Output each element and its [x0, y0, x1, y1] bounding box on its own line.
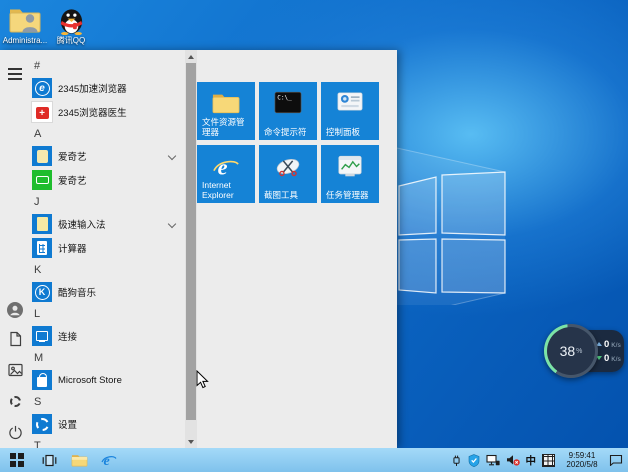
file-explorer-icon — [71, 453, 88, 467]
iqiyi-blue-icon — [32, 146, 52, 166]
app-item-connect[interactable]: 连接 — [30, 324, 183, 348]
app-item-jisu-ime[interactable]: 极速输入法 — [30, 212, 183, 236]
scrollbar-thumb[interactable] — [186, 63, 196, 420]
tile-control-panel[interactable]: 控制面板 — [321, 82, 379, 140]
start-menu-app-list: # 2345加速浏览器 2345浏览器医生 A 爱奇艺 爱奇艺 J — [30, 56, 183, 456]
volume-muted-icon[interactable] — [506, 454, 520, 466]
app-item-settings[interactable]: 设置 — [30, 412, 183, 436]
file-explorer-icon — [197, 91, 255, 114]
system-tray: 中 9:59:41 2020/5/8 — [451, 448, 628, 472]
task-manager-icon — [321, 154, 379, 179]
tile-snipping-tool[interactable]: 截图工具 — [259, 145, 317, 203]
control-panel-icon — [321, 91, 379, 112]
desktop-icon-label: Administra... — [2, 36, 48, 45]
section-header-a[interactable]: A — [30, 124, 183, 144]
file-explorer-button[interactable] — [64, 448, 94, 472]
app-item-2345-browser[interactable]: 2345加速浏览器 — [30, 76, 183, 100]
tile-command-prompt[interactable]: C:\_ 命令提示符 — [259, 82, 317, 140]
document-icon — [8, 331, 23, 347]
start-menu-rail — [0, 50, 30, 448]
documents-button[interactable] — [7, 331, 23, 347]
iqiyi-green-icon — [32, 170, 52, 190]
power-button[interactable] — [7, 424, 23, 440]
memory-usage-ring[interactable]: 38 % — [544, 324, 598, 378]
chevron-down-icon[interactable] — [168, 152, 176, 160]
task-view-icon — [42, 454, 57, 467]
microsoft-store-icon — [32, 370, 52, 390]
clock-time: 9:59:41 — [561, 451, 603, 460]
internet-explorer-icon: e — [197, 154, 255, 180]
usage-percent: 38 % — [547, 327, 595, 375]
windows-logo-wallpaper — [388, 130, 518, 305]
app-item-microsoft-store[interactable]: Microsoft Store — [30, 368, 183, 392]
windows-desktop: Administra... 腾讯QQ — [0, 0, 628, 472]
section-header-j[interactable]: J — [30, 192, 183, 212]
app-item-iqiyi-group[interactable]: 爱奇艺 — [30, 144, 183, 168]
tile-task-manager[interactable]: 任务管理器 — [321, 145, 379, 203]
app-item-2345-doctor[interactable]: 2345浏览器医生 — [30, 100, 183, 124]
desktop-icon-administrator[interactable]: Administra... — [2, 6, 48, 45]
desktop-icon-label: 腾讯QQ — [48, 36, 94, 45]
svg-text:C:\_: C:\_ — [277, 95, 292, 102]
mouse-cursor — [196, 370, 209, 389]
section-header-s[interactable]: S — [30, 392, 183, 412]
network-icon[interactable] — [486, 454, 500, 466]
ime-grid-icon[interactable] — [542, 454, 555, 467]
pictures-icon — [8, 363, 23, 377]
tile-file-explorer[interactable]: 文件资源管理器 — [197, 82, 255, 140]
settings-button[interactable] — [7, 393, 23, 409]
section-header-hash[interactable]: # — [30, 56, 183, 76]
pictures-button[interactable] — [7, 362, 23, 378]
power-icon — [8, 425, 23, 440]
snipping-tool-icon — [259, 154, 317, 179]
jisu-ime-icon — [32, 214, 52, 234]
start-menu-tiles: 文件资源管理器 C:\_ 命令提示符 — [197, 82, 379, 203]
qq-penguin-icon — [58, 6, 85, 35]
desktop-icon-tencent-qq[interactable]: 腾讯QQ — [48, 6, 94, 45]
2345-browser-icon — [32, 78, 52, 98]
svg-text:e: e — [218, 154, 228, 179]
tile-internet-explorer[interactable]: e Internet Explorer — [197, 145, 255, 203]
start-button[interactable] — [0, 448, 34, 472]
2345-doctor-icon — [32, 102, 52, 122]
section-header-k[interactable]: K — [30, 260, 183, 280]
chevron-down-icon[interactable] — [168, 220, 176, 228]
taskbar-clock[interactable]: 9:59:41 2020/5/8 — [561, 451, 603, 469]
settings-app-icon — [32, 414, 52, 434]
app-item-iqiyi[interactable]: 爱奇艺 — [30, 168, 183, 192]
clock-date: 2020/5/8 — [561, 460, 603, 469]
command-prompt-icon: C:\_ — [259, 91, 317, 114]
upload-speed-row: 0 K/s — [596, 339, 624, 350]
gear-icon — [10, 396, 21, 407]
usb-device-icon[interactable] — [451, 453, 462, 467]
user-avatar[interactable] — [7, 302, 23, 318]
task-view-button[interactable] — [34, 448, 64, 472]
taskbar: e 中 — [0, 448, 628, 472]
user-folder-icon — [8, 6, 42, 35]
kugou-music-icon — [32, 282, 52, 302]
scrollbar-up-arrow[interactable] — [185, 50, 197, 63]
windows-logo-icon — [10, 453, 24, 467]
avatar-icon — [7, 302, 23, 318]
security-shield-icon[interactable] — [468, 454, 480, 467]
internet-explorer-icon: e — [101, 452, 117, 468]
app-item-kugou-music[interactable]: 酷狗音乐 — [30, 280, 183, 304]
app-item-calculator[interactable]: 计算器 — [30, 236, 183, 260]
section-header-l[interactable]: L — [30, 304, 183, 324]
internet-explorer-button[interactable]: e — [94, 448, 124, 472]
section-header-m[interactable]: M — [30, 348, 183, 368]
menu-icon[interactable] — [8, 65, 22, 83]
ime-language-indicator[interactable]: 中 — [526, 453, 537, 468]
calculator-icon — [32, 238, 52, 258]
svg-text:e: e — [104, 454, 110, 468]
scrollbar-down-arrow[interactable] — [185, 435, 197, 448]
action-center-icon[interactable] — [609, 454, 623, 466]
connect-icon — [32, 326, 52, 346]
download-speed-row: 0 K/s — [596, 353, 624, 364]
